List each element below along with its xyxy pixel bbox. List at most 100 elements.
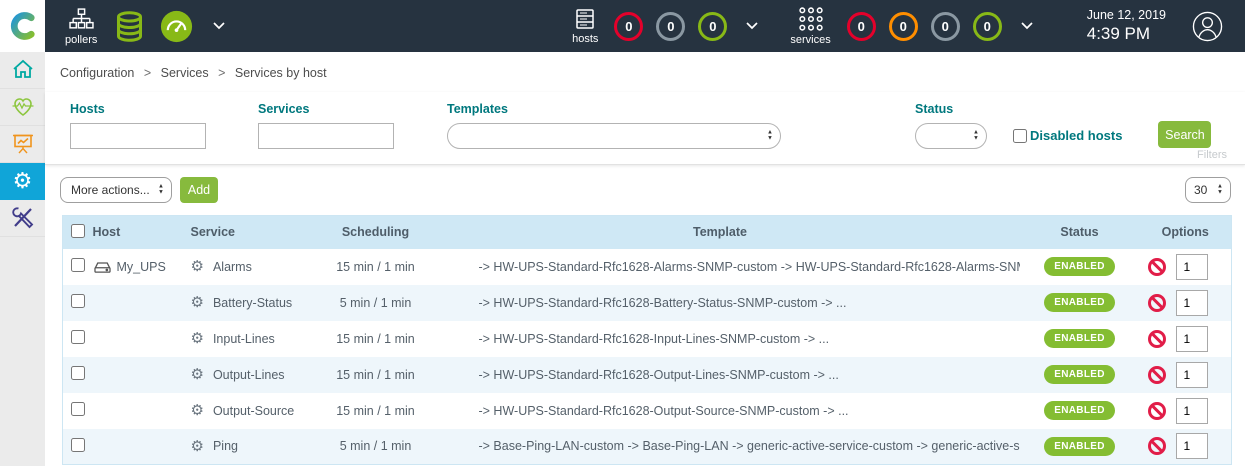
service-gear-icon: ⚙ [191, 367, 204, 382]
duplicate-count-input[interactable] [1176, 398, 1208, 424]
column-header-host[interactable]: Host [91, 216, 191, 249]
table-row: ⚙ Output-Source 15 min / 1 min -> HW-UPS… [63, 393, 1232, 429]
services-chevron-down-icon[interactable] [1021, 22, 1033, 30]
breadcrumb-separator: > [144, 66, 151, 80]
sidebar-item-monitoring[interactable] [0, 89, 45, 126]
templates-filter-select[interactable] [447, 123, 781, 149]
column-header-status[interactable]: Status [1020, 216, 1140, 249]
poller-chevron-down-icon[interactable] [213, 22, 225, 30]
column-header-service[interactable]: Service [191, 216, 331, 249]
duplicate-count-input[interactable] [1176, 433, 1208, 459]
status-badge: ENABLED [1044, 365, 1114, 384]
table-header-row: Host Service Scheduling Template Status … [63, 216, 1232, 249]
hosts-menu[interactable]: hosts [572, 7, 598, 45]
breadcrumb-services[interactable]: Services [161, 66, 209, 80]
disable-icon[interactable] [1148, 437, 1166, 455]
services-table-body: My_UPS ⚙ Alarms 15 min / 1 min -> HW-UPS… [63, 249, 1232, 465]
column-header-options[interactable]: Options [1140, 216, 1232, 249]
more-actions-select[interactable]: More actions... [60, 177, 172, 203]
disable-icon[interactable] [1148, 366, 1166, 384]
disable-icon[interactable] [1148, 330, 1166, 348]
sidebar-item-configuration[interactable]: ⚙ [0, 163, 45, 200]
actions-row: More actions... ▲▼ Add 30 ▲▼ [45, 165, 1245, 213]
scheduling-value: 15 min / 1 min [331, 249, 421, 285]
page-size-select[interactable]: 30 [1185, 177, 1231, 203]
disable-icon[interactable] [1148, 294, 1166, 312]
poller-section: pollers [65, 7, 231, 46]
row-checkbox[interactable] [71, 330, 85, 344]
hosts-chevron-down-icon[interactable] [746, 22, 758, 30]
services-table: Host Service Scheduling Template Status … [62, 215, 1232, 465]
duplicate-count-input[interactable] [1176, 326, 1208, 352]
service-name[interactable]: Ping [213, 439, 238, 453]
user-avatar[interactable] [1192, 11, 1223, 42]
hosts-label: hosts [572, 33, 598, 45]
template-chain: -> HW-UPS-Standard-Rfc1628-Input-Lines-S… [421, 321, 1020, 357]
search-button[interactable]: Search [1158, 121, 1211, 148]
scheduling-value: 15 min / 1 min [331, 393, 421, 429]
disabled-hosts-checkbox[interactable] [1013, 129, 1027, 143]
row-checkbox[interactable] [71, 402, 85, 416]
service-name[interactable]: Input-Lines [213, 332, 275, 346]
hosts-unreachable-counter[interactable]: 0 [656, 12, 685, 41]
breadcrumb-configuration[interactable]: Configuration [60, 66, 134, 80]
services-warning-counter[interactable]: 0 [889, 12, 918, 41]
status-filter-label: Status [915, 102, 987, 116]
pollers-icon [69, 7, 94, 32]
hosts-down-counter[interactable]: 0 [614, 12, 643, 41]
template-chain: -> HW-UPS-Standard-Rfc1628-Battery-Statu… [421, 285, 1020, 321]
service-name[interactable]: Battery-Status [213, 296, 292, 310]
sidebar-item-home[interactable] [0, 52, 45, 89]
pollers-menu[interactable]: pollers [65, 7, 97, 46]
service-name[interactable]: Alarms [213, 260, 252, 274]
template-chain: -> HW-UPS-Standard-Rfc1628-Output-Source… [421, 393, 1020, 429]
hosts-filter-input[interactable] [70, 123, 206, 149]
disable-icon[interactable] [1148, 258, 1166, 276]
breadcrumb: Configuration > Services > Services by h… [45, 52, 1245, 92]
sidebar-item-reporting[interactable] [0, 126, 45, 163]
services-status-section: services 0 0 0 0 [790, 6, 1038, 46]
template-chain: -> HW-UPS-Standard-Rfc1628-Alarms-SNMP-c… [421, 249, 1020, 285]
engine-status-icon[interactable] [160, 10, 193, 43]
services-icon [798, 6, 824, 32]
row-checkbox[interactable] [71, 438, 85, 452]
duplicate-count-input[interactable] [1176, 254, 1208, 280]
hosts-status-section: hosts 0 0 0 [572, 7, 764, 45]
sidebar: ⚙ [0, 52, 45, 466]
centreon-logo[interactable] [0, 0, 45, 52]
disabled-hosts-label[interactable]: Disabled hosts [1030, 128, 1122, 143]
add-button[interactable]: Add [180, 177, 218, 203]
scheduling-value: 5 min / 1 min [331, 429, 421, 465]
column-header-scheduling[interactable]: Scheduling [331, 216, 421, 249]
row-checkbox[interactable] [71, 366, 85, 380]
breadcrumb-separator: > [218, 66, 225, 80]
template-chain: -> HW-UPS-Standard-Rfc1628-Output-Lines-… [421, 357, 1020, 393]
services-unknown-counter[interactable]: 0 [931, 12, 960, 41]
status-badge: ENABLED [1044, 437, 1114, 456]
status-badge: ENABLED [1044, 293, 1114, 312]
services-menu[interactable]: services [790, 6, 830, 46]
row-checkbox[interactable] [71, 258, 85, 272]
database-status-icon[interactable] [113, 10, 146, 43]
host-icon [93, 260, 112, 274]
service-name[interactable]: Output-Lines [213, 368, 285, 382]
services-filter-input[interactable] [258, 123, 394, 149]
breadcrumb-services-by-host[interactable]: Services by host [235, 66, 327, 80]
duplicate-count-input[interactable] [1176, 290, 1208, 316]
hosts-up-counter[interactable]: 0 [698, 12, 727, 41]
select-all-checkbox[interactable] [71, 224, 85, 238]
host-name[interactable]: My_UPS [117, 260, 166, 274]
column-header-template[interactable]: Template [421, 216, 1020, 249]
services-critical-counter[interactable]: 0 [847, 12, 876, 41]
status-badge: ENABLED [1044, 401, 1114, 420]
service-gear-icon: ⚙ [191, 331, 204, 346]
duplicate-count-input[interactable] [1176, 362, 1208, 388]
pollers-label: pollers [65, 34, 97, 46]
service-name[interactable]: Output-Source [213, 404, 294, 418]
sidebar-item-administration[interactable] [0, 200, 45, 237]
disable-icon[interactable] [1148, 402, 1166, 420]
hosts-icon [573, 7, 597, 31]
status-filter-select[interactable] [915, 123, 987, 149]
row-checkbox[interactable] [71, 294, 85, 308]
services-ok-counter[interactable]: 0 [973, 12, 1002, 41]
